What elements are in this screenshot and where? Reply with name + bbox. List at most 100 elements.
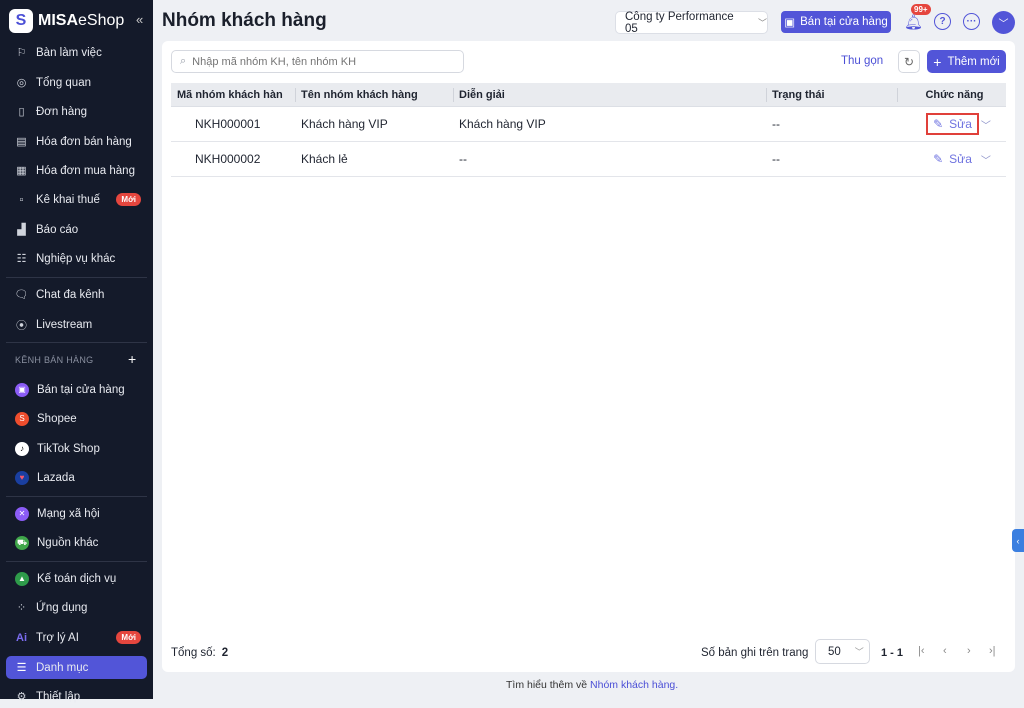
sidebar-item-tong-quan[interactable]: ◎ Tổng quan: [6, 71, 147, 94]
next-page-icon[interactable]: ›: [967, 645, 971, 657]
logo-text-bold: MISA: [38, 12, 78, 29]
logo[interactable]: S MISAeShop: [9, 9, 124, 33]
sidebar-item-ban-lam-viec[interactable]: ⚐ Bàn làm việc: [6, 41, 147, 64]
edit-button[interactable]: ✎ Sửa: [928, 150, 977, 168]
sidebar-item-danh-muc[interactable]: ☰ Danh mục: [6, 656, 147, 679]
store-sale-button[interactable]: ▣ Bán tại cửa hàng: [781, 11, 891, 33]
sidebar-item-chat-da-kenh[interactable]: 🗨 Chat đa kênh: [6, 283, 147, 306]
content-card: ⌕ Thu gọn ↻ + Thêm mới Mã nhóm khách hàn …: [162, 41, 1015, 672]
collapse-link[interactable]: Thu gọn: [841, 55, 883, 67]
cell-code: NKH000001: [195, 117, 261, 131]
table-header: Mã nhóm khách hàn Tên nhóm khách hàng Di…: [171, 83, 1006, 107]
avatar[interactable]: ﹀: [992, 11, 1015, 34]
logo-text-light: eShop: [78, 12, 125, 29]
notification-badge: 99+: [911, 4, 931, 15]
label: Chat đa kênh: [36, 288, 105, 301]
store-button-label: Bán tại cửa hàng: [800, 16, 888, 28]
sidebar-item-ke-toan-dich-vu[interactable]: ▲ Kế toán dịch vụ: [6, 567, 147, 590]
edit-button[interactable]: ✎ Sửa: [926, 113, 979, 135]
company-select[interactable]: Công ty Performance 05 ﹀: [615, 11, 768, 35]
table-row[interactable]: NKH000002 Khách lẻ -- -- ✎ Sửa ﹀: [171, 142, 1006, 177]
chevron-down-icon[interactable]: ﹀: [981, 152, 991, 167]
refresh-button[interactable]: ↻: [898, 50, 920, 73]
sidebar-item-ban-tai-cua-hang[interactable]: ▣ Bán tại cửa hàng: [6, 378, 147, 401]
sidebar-item-ung-dung[interactable]: ⁘ Ứng dụng: [6, 596, 147, 619]
tiktok-icon: ♪: [15, 441, 29, 456]
sidebar-item-ke-khai-thue[interactable]: ▫ Kê khai thuế Mới: [6, 188, 147, 211]
sidebar-item-mang-xa-hoi[interactable]: ✕ Mạng xã hội: [6, 502, 147, 525]
sidebar-item-hoa-don-mua-hang[interactable]: ▦ Hóa đơn mua hàng: [6, 159, 147, 182]
column-header[interactable]: Trạng thái: [766, 83, 897, 106]
label: Bán tại cửa hàng: [37, 383, 125, 396]
label: Shopee: [37, 412, 77, 425]
store-icon: ▣: [784, 17, 796, 29]
section-title: KÊNH BÁN HÀNG: [15, 355, 94, 365]
page-title: Nhóm khách hàng: [162, 10, 327, 31]
collapse-sidebar-icon[interactable]: «: [136, 12, 143, 27]
sidebar-item-don-hang[interactable]: ▯ Đơn hàng: [6, 100, 147, 123]
sidebar-item-hoa-don-ban-hang[interactable]: ▤ Hóa đơn bán hàng: [6, 130, 147, 153]
new-badge: Mới: [116, 631, 141, 644]
sidebar-item-tiktok-shop[interactable]: ♪ TikTok Shop: [6, 437, 147, 460]
divider: [6, 277, 147, 278]
add-channel-icon[interactable]: +: [128, 351, 136, 367]
sidebar-item-lazada[interactable]: ♥ Lazada: [6, 466, 147, 489]
store-icon: ▣: [15, 382, 29, 397]
add-button[interactable]: + Thêm mới: [927, 50, 1006, 73]
label: Mạng xã hội: [37, 507, 100, 520]
list-icon: ☷: [16, 253, 27, 265]
bell-icon[interactable]: 🔔︎: [904, 13, 923, 31]
chevron-down-icon[interactable]: ﹀: [981, 117, 991, 132]
chevron-down-icon: ﹀: [854, 647, 864, 657]
last-page-icon[interactable]: ›|: [989, 645, 996, 657]
per-page-select[interactable]: 50 ﹀: [815, 639, 870, 664]
more-icon[interactable]: ···: [963, 13, 980, 30]
column-header[interactable]: Tên nhóm khách hàng: [295, 83, 453, 106]
help-icon[interactable]: ?: [934, 13, 951, 30]
sidebar-item-livestream[interactable]: ⦿ Livestream: [6, 313, 147, 336]
prev-page-icon[interactable]: ‹: [943, 645, 947, 657]
side-panel-toggle-icon[interactable]: ‹: [1012, 529, 1024, 552]
column-header[interactable]: Mã nhóm khách hàn: [171, 83, 295, 106]
edit-label: Sửa: [949, 152, 972, 166]
chevron-down-icon: ﹀: [757, 18, 767, 28]
page-range: 1 - 1: [881, 647, 904, 659]
logo-icon: S: [9, 9, 33, 33]
sidebar-item-shopee[interactable]: S Shopee: [6, 407, 147, 430]
sidebar: S MISAeShop « ⚐ Bàn làm việc ◎ Tổng quan ▯…: [0, 0, 153, 703]
column-header[interactable]: Diễn giải: [453, 83, 766, 106]
sidebar-item-tro-ly-ai[interactable]: Ai Trợ lý AI Mới: [6, 626, 147, 649]
sidebar-item-thiet-lap[interactable]: ⚙ Thiết lập: [6, 685, 147, 708]
invoice-icon: ▤: [16, 136, 27, 148]
label: Danh mục: [36, 661, 89, 674]
total-value: 2: [221, 647, 229, 659]
total-count: Tổng số: 2: [171, 647, 228, 659]
label: Trợ lý AI: [36, 631, 79, 644]
sidebar-item-nguon-khac[interactable]: ⛟ Nguồn khác: [6, 531, 147, 554]
gauge-icon: ◎: [16, 77, 27, 89]
table-row[interactable]: NKH000001 Khách hàng VIP Khách hàng VIP …: [171, 107, 1006, 142]
per-page-value: 50: [828, 645, 841, 658]
sidebar-item-nghiep-vu-khac[interactable]: ☷ Nghiệp vụ khác: [6, 247, 147, 270]
label: Kế toán dịch vụ: [37, 572, 117, 585]
label: Kê khai thuế: [36, 193, 100, 206]
search-input[interactable]: [192, 55, 443, 68]
search-box[interactable]: ⌕: [171, 50, 464, 73]
label: Bàn làm việc: [36, 46, 102, 59]
new-badge: Mới: [116, 193, 141, 206]
gear-icon: ⚙: [16, 691, 27, 703]
sidebar-item-bao-cao[interactable]: ▟ Báo cáo: [6, 218, 147, 241]
label: Thiết lập: [36, 690, 81, 703]
label: Tổng quan: [36, 76, 91, 89]
label: Báo cáo: [36, 223, 79, 236]
label: Hóa đơn mua hàng: [36, 164, 135, 177]
footer-help: Tìm hiểu thêm về Nhóm khách hàng.: [506, 679, 678, 691]
help-link[interactable]: Nhóm khách hàng.: [590, 679, 678, 691]
purchase-invoice-icon: ▦: [16, 165, 27, 177]
per-page-label: Số bản ghi trên trang: [701, 647, 809, 659]
column-header: Chức năng: [897, 83, 1006, 106]
first-page-icon[interactable]: |‹: [918, 645, 925, 657]
cell-actions: ✎ Sửa ﹀: [897, 107, 1006, 141]
label: Nguồn khác: [37, 536, 99, 549]
total-label: Tổng số:: [171, 647, 216, 659]
